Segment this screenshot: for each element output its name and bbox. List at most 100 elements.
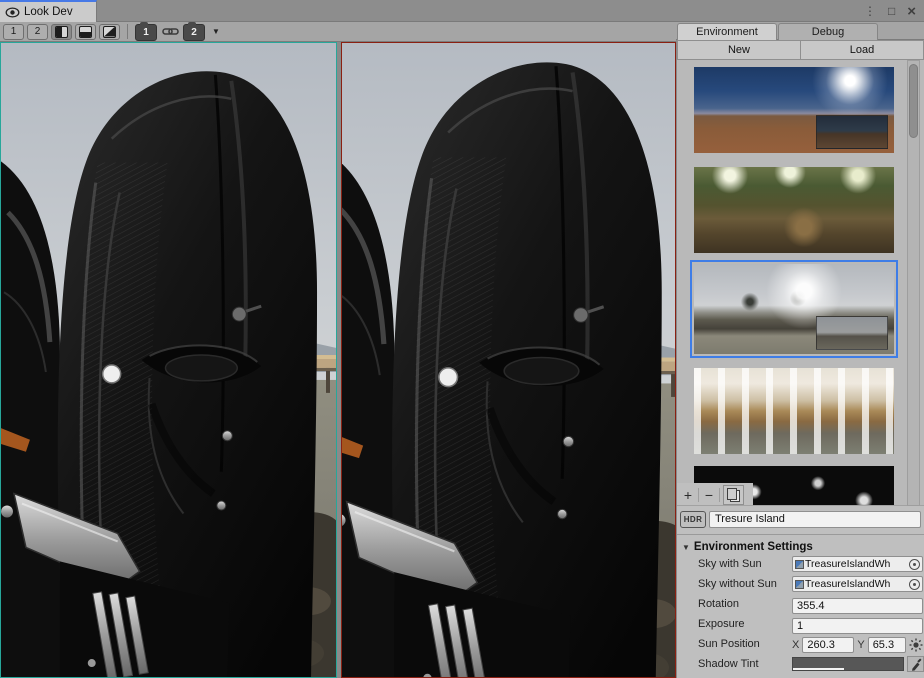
split-diagonal-icon bbox=[103, 26, 116, 38]
sun-y-field[interactable] bbox=[868, 637, 906, 653]
hdr-badge: HDR bbox=[680, 511, 706, 528]
split-view-button[interactable] bbox=[75, 24, 96, 40]
hdri-list-scrollbar[interactable] bbox=[907, 60, 920, 506]
tab-look-dev[interactable]: Look Dev bbox=[0, 0, 97, 22]
tab-environment-label: Environment bbox=[696, 26, 758, 38]
hdri-list: + − bbox=[677, 60, 924, 506]
scrollbar-thumb[interactable] bbox=[909, 64, 918, 138]
window-controls: ⋮ □ × bbox=[864, 0, 916, 22]
panel-body: New Load + − bbox=[676, 40, 924, 678]
camera-options-dropdown[interactable]: ▼ bbox=[208, 27, 224, 36]
titlebar: Look Dev ⋮ □ × bbox=[0, 0, 924, 22]
foldout-arrow-icon[interactable]: ▼ bbox=[682, 543, 690, 552]
sky-without-sun-label: Sky without Sun bbox=[698, 578, 777, 590]
hdr-name-row: HDR bbox=[680, 509, 921, 529]
rotation-label: Rotation bbox=[698, 598, 739, 610]
cubemap-icon bbox=[795, 580, 804, 589]
single-view-2-button[interactable]: 2 bbox=[27, 24, 48, 40]
single-view-1-button[interactable]: 1 bbox=[3, 24, 24, 40]
library-actions: New Load bbox=[677, 40, 924, 60]
eyedropper-button[interactable] bbox=[907, 656, 924, 672]
robot-head-render-1 bbox=[1, 43, 336, 677]
camera-1-label: 1 bbox=[143, 27, 149, 38]
remove-hdri-button[interactable]: − bbox=[702, 486, 716, 504]
shadow-tint-color-swatch[interactable] bbox=[792, 657, 904, 671]
hdri-thumbnail-church[interactable] bbox=[694, 368, 894, 454]
hdri-thumbnail-forest[interactable] bbox=[694, 167, 894, 253]
camera-2-button[interactable]: 2 bbox=[183, 24, 205, 41]
environment-settings-title: Environment Settings bbox=[694, 541, 813, 553]
eye-icon bbox=[5, 7, 20, 18]
exposure-field[interactable] bbox=[792, 618, 923, 634]
panel-tab-strip: Environment Debug bbox=[676, 22, 924, 40]
window-title: Look Dev bbox=[24, 6, 73, 18]
eyedropper-icon bbox=[910, 658, 922, 671]
sky-without-sun-object-field[interactable]: TreasureIslandWh bbox=[792, 576, 923, 592]
toolbar-separator bbox=[127, 24, 128, 39]
robot-head-render-2 bbox=[342, 43, 675, 677]
setting-row-shadow-tint: Shadow Tint bbox=[677, 656, 924, 673]
cubemap-icon bbox=[795, 560, 804, 569]
lookdev-toolbar: 1 2 1 2 ▼ bbox=[0, 22, 676, 42]
load-button[interactable]: Load bbox=[800, 40, 924, 60]
sky-with-sun-value: TreasureIslandWh bbox=[805, 558, 908, 570]
object-picker-icon[interactable] bbox=[909, 559, 920, 570]
sun-y-axis-label[interactable]: Y bbox=[857, 639, 864, 651]
hdri-name-field[interactable] bbox=[709, 511, 921, 528]
single-view-1-label: 1 bbox=[11, 26, 17, 37]
render-view-2[interactable] bbox=[341, 42, 676, 678]
hdri-nosun-inset bbox=[816, 316, 888, 350]
object-picker-icon[interactable] bbox=[909, 579, 920, 590]
setting-row-sky-with-sun: Sky with Sun TreasureIslandWh bbox=[677, 556, 924, 573]
setting-row-sun-position: Sun Position X Y bbox=[677, 636, 924, 653]
hdri-nosun-inset bbox=[816, 115, 888, 149]
section-divider bbox=[677, 534, 924, 535]
sky-with-sun-label: Sky with Sun bbox=[698, 558, 762, 570]
zone-view-button[interactable] bbox=[99, 24, 120, 40]
lookdev-window: Look Dev ⋮ □ × 1 2 1 2 ▼ bbox=[0, 0, 924, 678]
add-hdri-button[interactable]: + bbox=[681, 486, 695, 504]
hdri-selection-frame bbox=[690, 260, 898, 358]
sun-pick-button[interactable] bbox=[909, 637, 924, 652]
sun-x-field[interactable] bbox=[802, 637, 854, 653]
setting-row-sky-without-sun: Sky without Sun TreasureIslandWh bbox=[677, 576, 924, 593]
sky-with-sun-object-field[interactable]: TreasureIslandWh bbox=[792, 556, 923, 572]
load-button-label: Load bbox=[850, 44, 874, 56]
maximize-icon[interactable]: □ bbox=[888, 4, 895, 18]
hdri-thumbnail-desert[interactable] bbox=[694, 67, 894, 153]
shadow-tint-label: Shadow Tint bbox=[698, 658, 759, 670]
render-view-1[interactable] bbox=[0, 42, 337, 678]
new-button[interactable]: New bbox=[677, 40, 801, 60]
camera-1-button[interactable]: 1 bbox=[135, 24, 157, 41]
link-cameras-button[interactable] bbox=[160, 24, 180, 40]
setting-row-rotation: Rotation bbox=[677, 596, 924, 613]
window-menu-icon[interactable]: ⋮ bbox=[864, 4, 876, 18]
list-actions-separator bbox=[719, 488, 720, 502]
chain-link-icon bbox=[162, 26, 179, 37]
single-view-2-label: 2 bbox=[35, 26, 41, 37]
new-button-label: New bbox=[728, 44, 750, 56]
sun-x-axis-label[interactable]: X bbox=[792, 639, 799, 651]
list-actions-separator bbox=[698, 488, 699, 502]
render-viewport bbox=[0, 42, 676, 678]
tab-debug[interactable]: Debug bbox=[778, 23, 878, 40]
rotation-field[interactable] bbox=[792, 598, 923, 614]
sky-without-sun-value: TreasureIslandWh bbox=[805, 578, 908, 590]
tab-debug-label: Debug bbox=[812, 26, 844, 38]
environment-panel: Environment Debug New Load + − bbox=[676, 22, 924, 678]
setting-row-exposure: Exposure bbox=[677, 616, 924, 633]
sun-position-label: Sun Position bbox=[698, 638, 760, 650]
environment-settings-header[interactable]: ▼ Environment Settings bbox=[682, 539, 924, 555]
hdri-thumbnail-treasure-island[interactable] bbox=[694, 264, 894, 354]
tab-environment[interactable]: Environment bbox=[677, 23, 777, 40]
split-horizontal-icon bbox=[79, 26, 92, 38]
camera-2-label: 2 bbox=[191, 27, 197, 38]
close-icon[interactable]: × bbox=[907, 3, 916, 20]
sun-icon bbox=[909, 638, 923, 652]
side-by-side-view-button[interactable] bbox=[51, 24, 72, 40]
duplicate-icon bbox=[730, 490, 740, 502]
exposure-label: Exposure bbox=[698, 618, 744, 630]
split-vertical-icon bbox=[55, 26, 68, 38]
duplicate-hdri-button[interactable] bbox=[723, 485, 744, 505]
hdri-list-actions: + − bbox=[677, 483, 753, 506]
